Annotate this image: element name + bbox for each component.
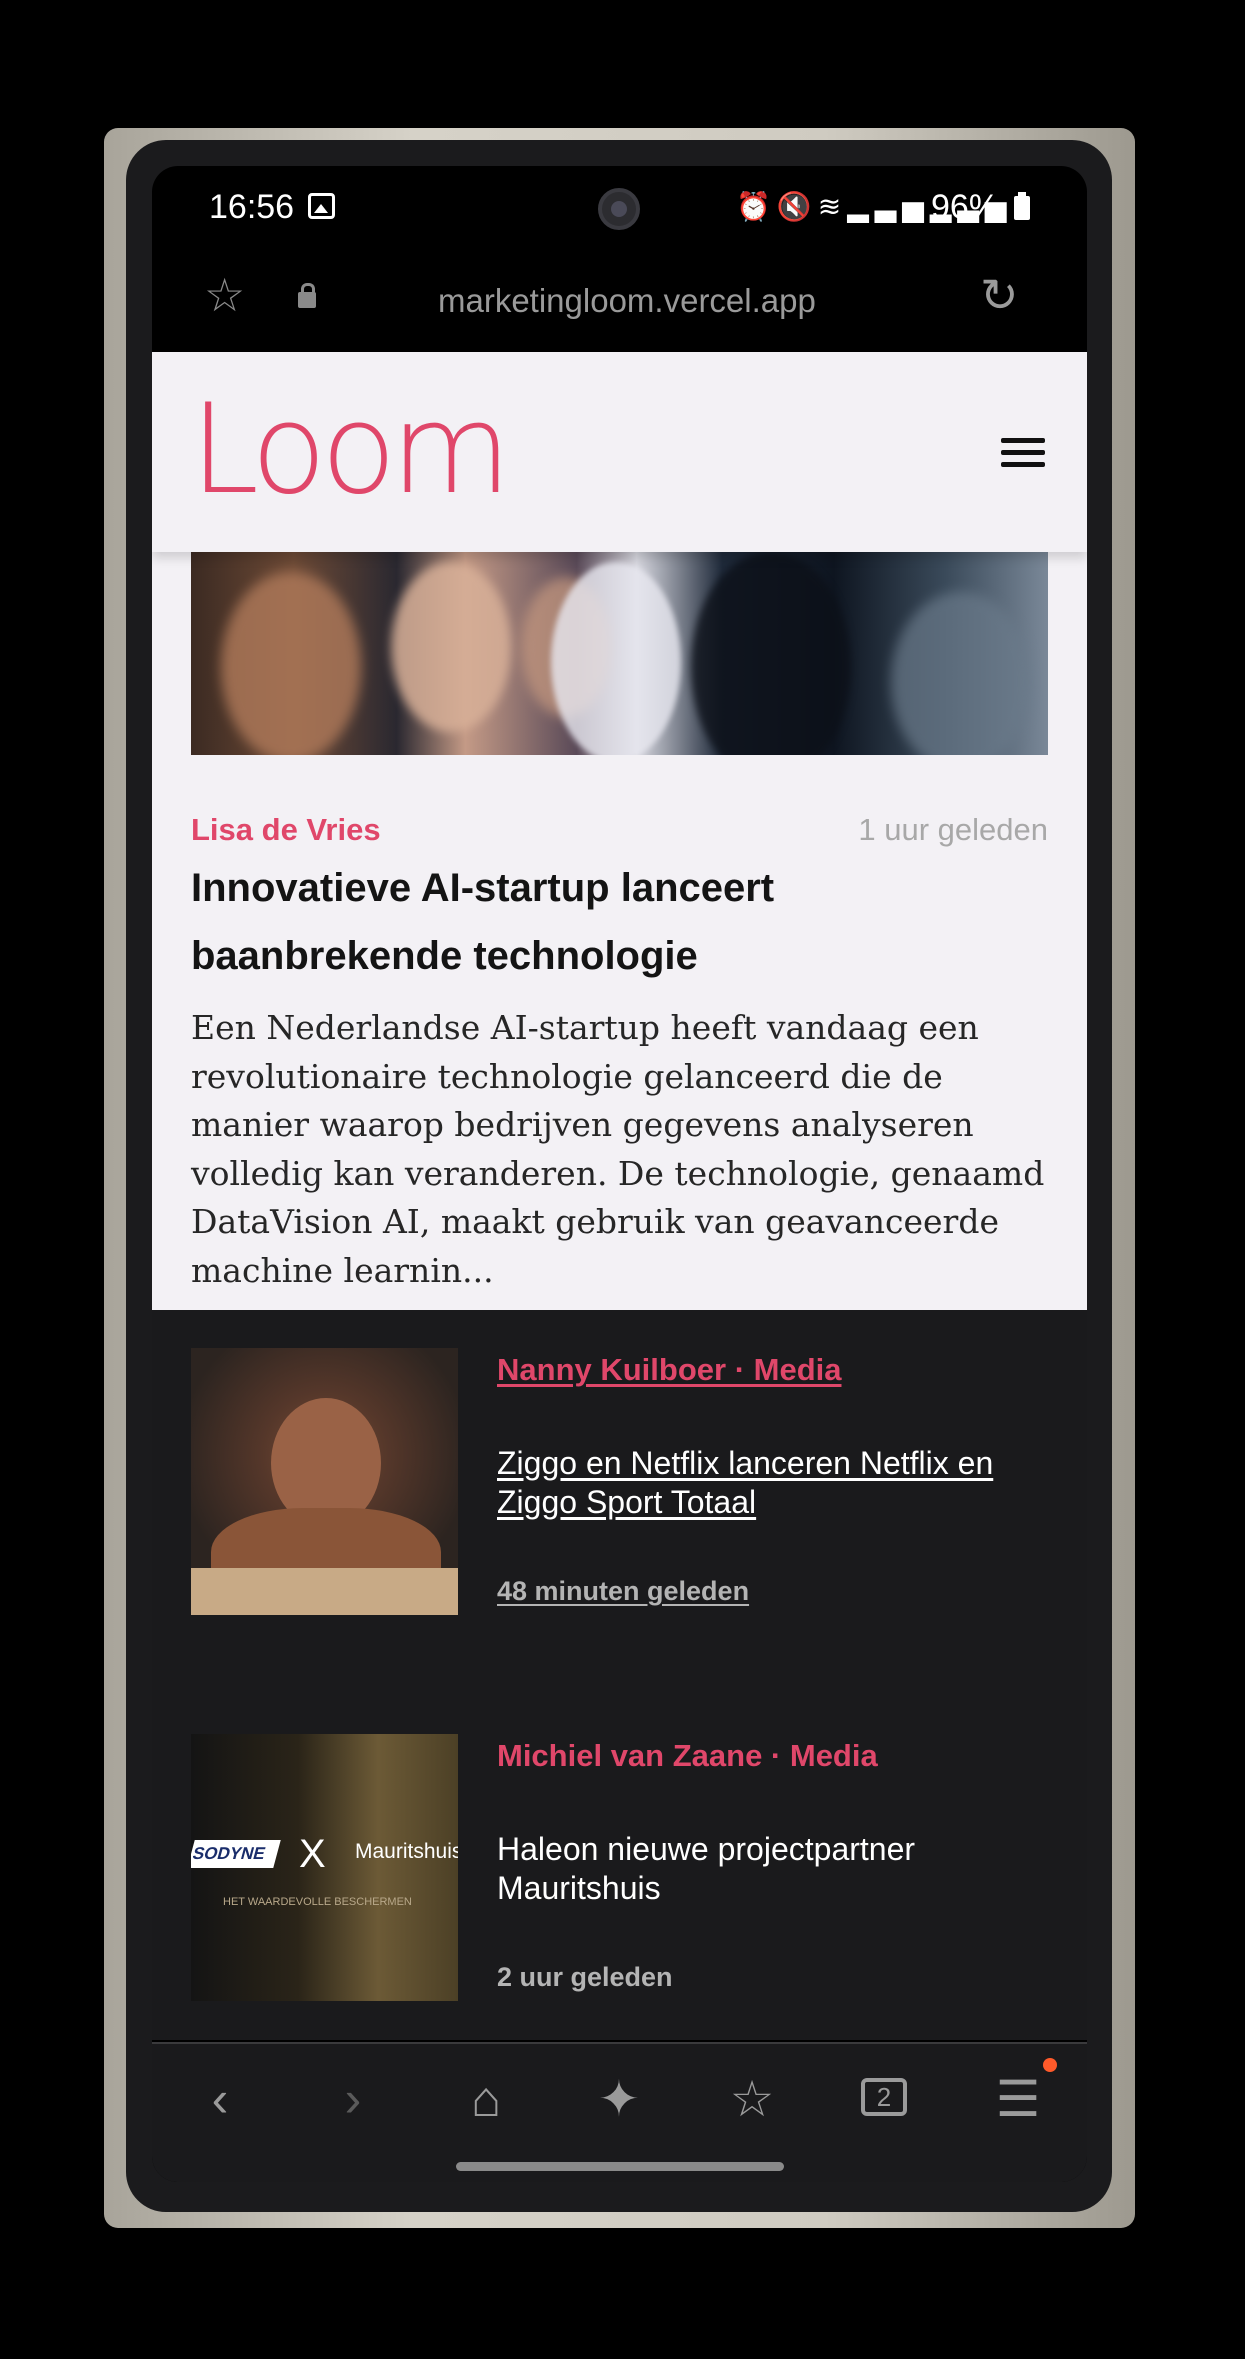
featured-author[interactable]: Lisa de Vries <box>191 812 381 848</box>
article-time: 2 uur geleden <box>497 1962 673 1992</box>
status-time: 16:56 <box>209 188 295 226</box>
sparkle-icon[interactable]: ✦ <box>579 2064 659 2134</box>
tabs-icon[interactable]: 2 <box>845 2064 925 2134</box>
featured-headline[interactable]: Innovatieve AI-startup lanceert baanbrek… <box>191 854 1048 990</box>
list-item[interactable]: SODYNE X Mauritshuis HET WAARDEVOLLE BES… <box>191 1734 1048 2004</box>
article-thumbnail[interactable]: SODYNE X Mauritshuis HET WAARDEVOLLE BES… <box>191 1734 458 2001</box>
article-kicker[interactable]: Michiel van Zaane · Media <box>497 1738 878 1774</box>
back-icon[interactable]: ‹ <box>180 2064 260 2134</box>
front-camera <box>598 188 640 230</box>
site-header: Loom <box>152 352 1087 552</box>
thumb-cross: X <box>299 1832 326 1876</box>
mute-icon: 🔇 <box>776 191 818 222</box>
notification-dot <box>1043 2058 1057 2072</box>
site-logo[interactable]: Loom <box>190 388 511 512</box>
featured-article[interactable]: Lisa de Vries 1 uur geleden Innovatieve … <box>152 552 1087 1310</box>
article-title[interactable]: Haleon nieuwe projectpartner Mauritshuis <box>497 1830 1037 1908</box>
bookmark-star-icon[interactable]: ☆ <box>204 268 245 322</box>
tabs-count: 2 <box>861 2078 907 2116</box>
browser-url-bar: ☆ marketingloom.vercel.app ↻ <box>152 246 1087 352</box>
article-time[interactable]: 48 minuten geleden <box>497 1576 749 1607</box>
featured-excerpt: Een Nederlandse AI-startup heeft vandaag… <box>191 1008 1045 1290</box>
featured-time: 1 uur geleden <box>858 812 1048 847</box>
signal-icon: ▂▃▅ <box>847 191 930 222</box>
wifi-icon: ≋ <box>817 191 848 222</box>
url-text[interactable]: marketingloom.vercel.app <box>438 282 816 320</box>
status-bar: 16:56 ⏰🔇≋▂▃▅▂▃▅ 96% <box>152 166 1087 246</box>
bookmarks-icon[interactable]: ☆ <box>712 2064 792 2134</box>
article-list: Nanny Kuilboer · Media Ziggo en Netflix … <box>152 1310 1087 2040</box>
featured-image[interactable] <box>191 552 1048 755</box>
list-item[interactable]: Nanny Kuilboer · Media Ziggo en Netflix … <box>191 1348 1048 1618</box>
thumb-tagline: HET WAARDEVOLLE BESCHERMEN <box>223 1896 412 1908</box>
browser-bottom-nav: ‹ › ⌂ ✦ ☆ 2 ☰ <box>152 2042 1087 2182</box>
gallery-icon <box>308 193 335 219</box>
battery-icon <box>1014 192 1030 220</box>
article-title[interactable]: Ziggo en Netflix lanceren Netflix en Zig… <box>497 1444 1037 1522</box>
lock-icon[interactable] <box>298 283 316 308</box>
phone-screen: 16:56 ⏰🔇≋▂▃▅▂▃▅ 96% ☆ marketingloom.verc… <box>152 166 1087 2182</box>
battery-level: 96% <box>931 188 1000 226</box>
thumb-brand: SODYNE <box>191 1840 281 1868</box>
thumb-partner: Mauritshuis <box>355 1840 458 1863</box>
forward-icon[interactable]: › <box>313 2064 393 2134</box>
alarm-icon: ⏰ <box>736 191 777 222</box>
featured-meta: Lisa de Vries 1 uur geleden <box>191 812 1048 852</box>
hamburger-menu-icon[interactable] <box>1001 438 1045 468</box>
home-icon[interactable]: ⌂ <box>446 2064 526 2134</box>
home-indicator[interactable] <box>456 2162 784 2171</box>
article-kicker[interactable]: Nanny Kuilboer · Media <box>497 1352 841 1388</box>
menu-icon[interactable]: ☰ <box>978 2064 1058 2134</box>
reload-icon[interactable]: ↻ <box>980 268 1019 322</box>
article-thumbnail[interactable] <box>191 1348 458 1615</box>
